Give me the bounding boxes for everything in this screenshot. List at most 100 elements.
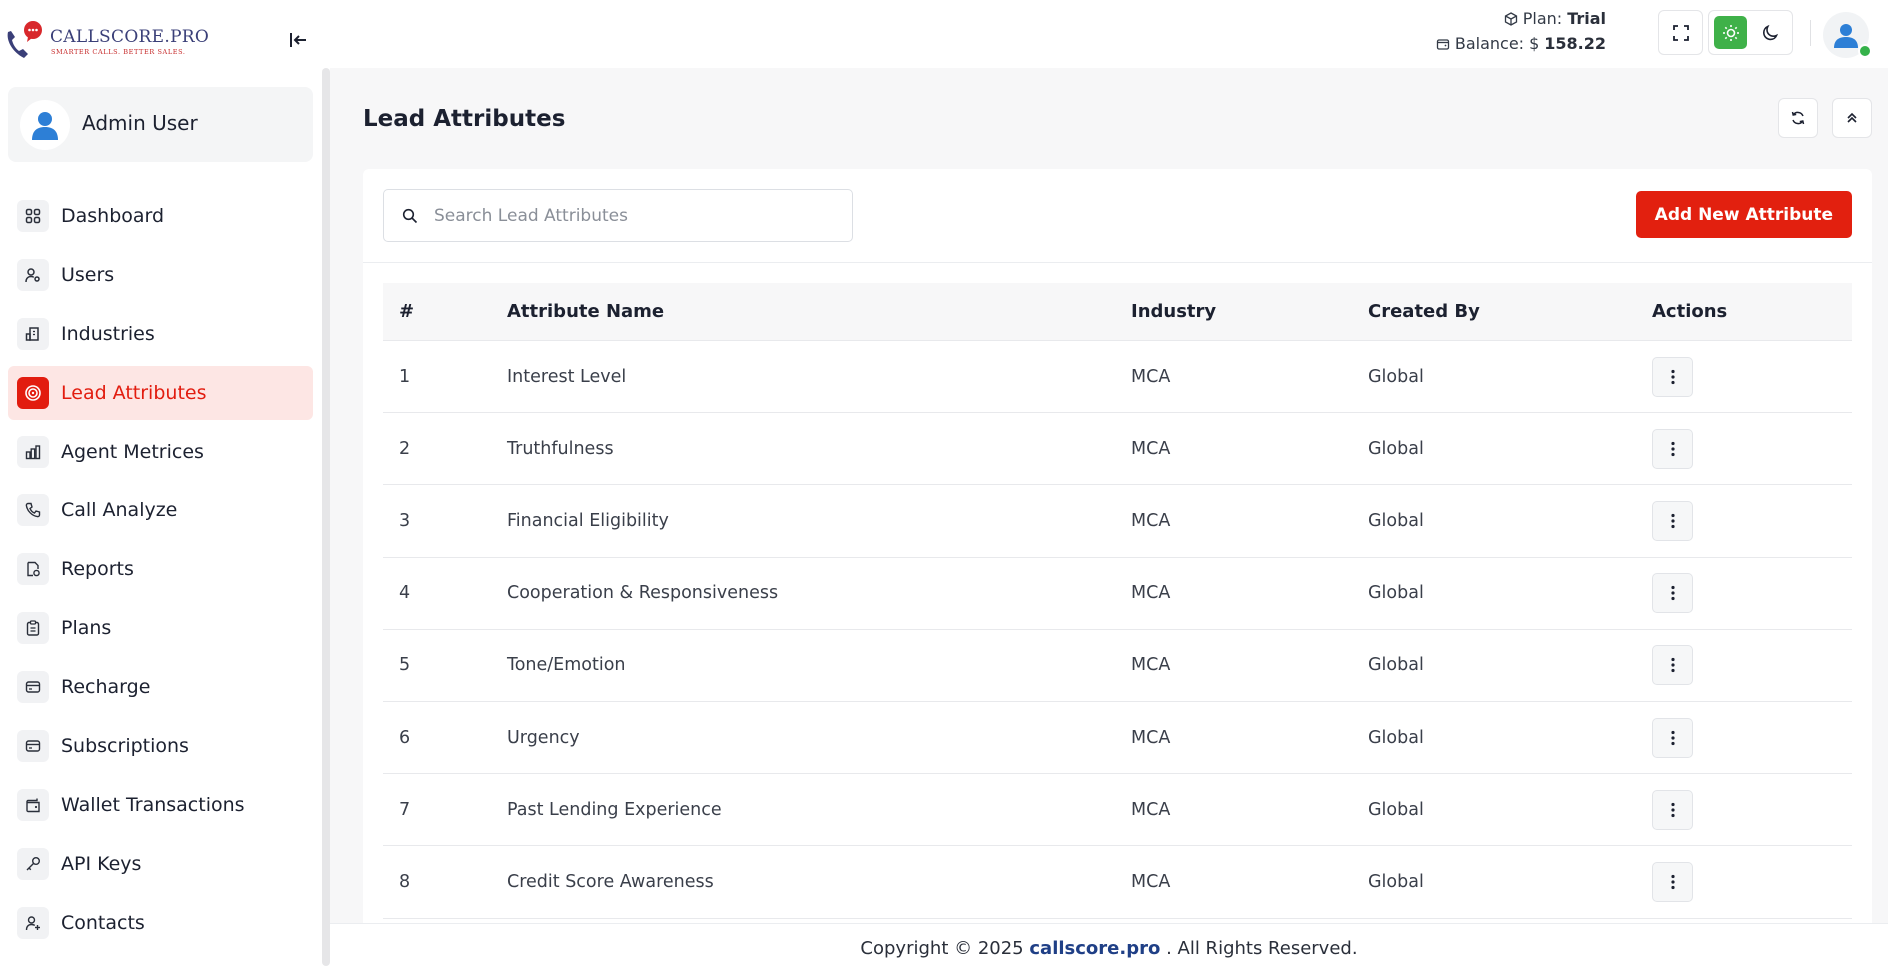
moon-icon xyxy=(1762,24,1778,40)
profile-avatar-button[interactable] xyxy=(1823,12,1872,58)
sidebar-item-label: API Keys xyxy=(61,852,142,875)
column-header-industry: Industry xyxy=(1131,301,1217,322)
sidebar-item-wallet-transactions[interactable]: Wallet Transactions xyxy=(8,778,313,832)
more-vertical-icon xyxy=(1670,441,1675,456)
search-input[interactable] xyxy=(434,190,844,241)
sidebar-item-reports[interactable]: Reports xyxy=(8,542,313,596)
sidebar-item-recharge[interactable]: Recharge xyxy=(8,660,313,714)
online-status-indicator xyxy=(1858,44,1872,58)
brand-name: CALLSCORE.PRO xyxy=(50,27,210,47)
divider xyxy=(1810,20,1811,46)
sidebar-item-label: Agent Metrices xyxy=(61,440,204,463)
sidebar-item-agent-metrices[interactable]: Agent Metrices xyxy=(8,425,313,479)
sidebar-item-subscriptions[interactable]: Subscriptions xyxy=(8,719,313,773)
page-title: Lead Attributes xyxy=(363,106,566,132)
attribute-name: Tone/Emotion xyxy=(507,655,626,676)
light-theme-button[interactable] xyxy=(1714,16,1747,49)
collapse-card-button[interactable] xyxy=(1832,98,1872,138)
industry: MCA xyxy=(1131,655,1171,676)
industry: MCA xyxy=(1131,727,1171,748)
plan-value: Trial xyxy=(1567,9,1606,28)
table-row: 7 Past Lending Experience MCA Global xyxy=(383,774,1852,847)
sidebar-item-label: Contacts xyxy=(61,911,145,934)
sidebar-item-users[interactable]: Users xyxy=(8,248,313,302)
sidebar-item-label: Reports xyxy=(61,558,134,581)
more-vertical-icon xyxy=(1670,730,1675,745)
top-bar: Plan: Trial Balance: $ 158.22 xyxy=(330,0,1888,68)
attribute-name: Financial Eligibility xyxy=(507,510,669,531)
collapse-sidebar-button[interactable] xyxy=(286,28,310,52)
created-by: Global xyxy=(1368,799,1424,820)
industry: MCA xyxy=(1131,438,1171,459)
card-icon xyxy=(17,671,49,704)
row-actions-button[interactable] xyxy=(1652,573,1693,614)
plan-info: Plan: Trial xyxy=(1504,9,1606,28)
card-header: Add New Attribute xyxy=(363,169,1872,263)
industry: MCA xyxy=(1131,366,1171,387)
sidebar-item-call-analyze[interactable]: Call Analyze xyxy=(8,483,313,537)
sidebar-item-dashboard[interactable]: Dashboard xyxy=(8,189,313,243)
created-by: Global xyxy=(1368,583,1424,604)
sidebar-nav: Dashboard Users Industries Lead Attribut… xyxy=(8,189,313,955)
sidebar-item-lead-attributes[interactable]: Lead Attributes xyxy=(8,365,313,420)
sidebar-item-label: Subscriptions xyxy=(61,735,189,758)
more-vertical-icon xyxy=(1670,586,1675,601)
bar-chart-icon xyxy=(17,435,49,468)
row-actions-button[interactable] xyxy=(1652,428,1693,469)
plan-label: Plan: xyxy=(1522,9,1563,28)
table-row: 4 Cooperation & Responsiveness MCA Globa… xyxy=(383,558,1852,630)
copyright-text: Copyright © 2025 xyxy=(860,938,1024,959)
row-number: 6 xyxy=(399,727,411,748)
refresh-button[interactable] xyxy=(1778,98,1818,138)
dark-theme-button[interactable] xyxy=(1754,16,1787,49)
fullscreen-icon xyxy=(1672,24,1689,41)
sidebar-item-industries[interactable]: Industries xyxy=(8,307,313,361)
wallet-icon xyxy=(17,788,49,821)
key-icon xyxy=(17,847,49,880)
industry: MCA xyxy=(1131,871,1171,892)
more-vertical-icon xyxy=(1670,369,1675,384)
sidebar-item-contacts[interactable]: Contacts xyxy=(8,896,313,950)
table-header: # Attribute Name Industry Created By Act… xyxy=(383,283,1852,341)
rights-text: . All Rights Reserved. xyxy=(1166,938,1358,959)
sidebar-scrollbar[interactable] xyxy=(322,68,330,966)
fullscreen-button[interactable] xyxy=(1658,10,1703,55)
user-avatar-icon xyxy=(32,112,58,140)
main-content: Lead Attributes Add New Attribute # Attr… xyxy=(330,68,1888,975)
created-by: Global xyxy=(1368,438,1424,459)
table-row: 1 Interest Level MCA Global xyxy=(383,341,1852,414)
table-row: 5 Tone/Emotion MCA Global xyxy=(383,630,1852,702)
column-header-actions: Actions xyxy=(1652,301,1728,322)
column-header-attribute-name: Attribute Name xyxy=(507,301,665,322)
currency-symbol: $ xyxy=(1529,34,1540,53)
row-actions-button[interactable] xyxy=(1652,789,1693,830)
industry: MCA xyxy=(1131,583,1171,604)
add-new-attribute-button[interactable]: Add New Attribute xyxy=(1635,191,1852,238)
table-row: 2 Truthfulness MCA Global xyxy=(383,413,1852,486)
sidebar-item-label: Call Analyze xyxy=(61,499,178,522)
theme-switcher xyxy=(1708,10,1793,55)
attribute-name: Past Lending Experience xyxy=(507,799,722,820)
user-gear-icon xyxy=(17,258,49,291)
row-actions-button[interactable] xyxy=(1652,645,1693,686)
row-actions-button[interactable] xyxy=(1652,356,1693,397)
phone-chat-logo-icon xyxy=(7,21,42,58)
user-name: Admin User xyxy=(82,111,198,135)
card-icon xyxy=(17,730,49,763)
row-actions-button[interactable] xyxy=(1652,500,1693,541)
brand-logo[interactable]: CALLSCORE.PRO SMARTER CALLS. BETTER SALE… xyxy=(2,18,209,64)
created-by: Global xyxy=(1368,510,1424,531)
row-number: 4 xyxy=(399,583,411,604)
row-actions-button[interactable] xyxy=(1652,861,1693,902)
footer-brand-link[interactable]: callscore.pro xyxy=(1029,938,1160,959)
sidebar-item-api-keys[interactable]: API Keys xyxy=(8,837,313,891)
attribute-name: Credit Score Awareness xyxy=(507,871,714,892)
balance-info: Balance: $ 158.22 xyxy=(1436,34,1606,53)
created-by: Global xyxy=(1368,366,1424,387)
wallet-icon xyxy=(1436,38,1450,50)
attribute-name: Urgency xyxy=(507,727,580,748)
row-actions-button[interactable] xyxy=(1652,717,1693,758)
user-card[interactable]: Admin User xyxy=(8,87,313,162)
sidebar-item-plans[interactable]: Plans xyxy=(8,601,313,655)
created-by: Global xyxy=(1368,727,1424,748)
